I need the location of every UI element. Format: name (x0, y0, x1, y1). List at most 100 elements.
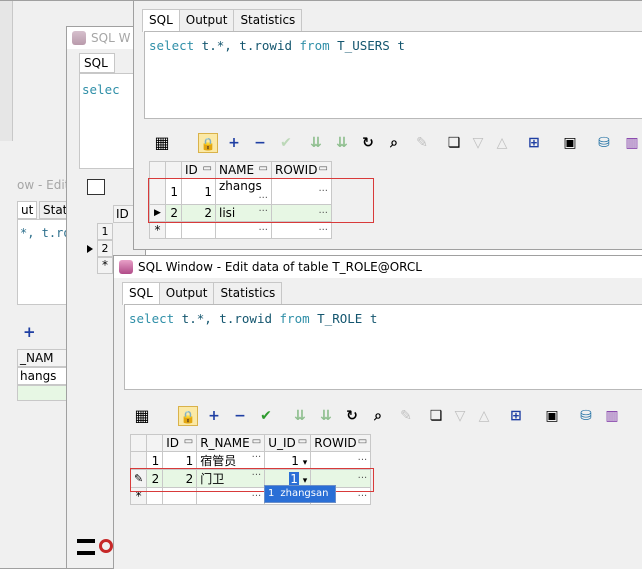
tree-icon[interactable]: ⊞ (524, 133, 544, 153)
delete-record-button[interactable]: − (230, 406, 250, 426)
table-row[interactable]: 1 1 宿管员 ··· 1 ▾ ··· (129, 451, 372, 470)
sql-keyword-select: select (129, 311, 175, 326)
sort-up-icon[interactable]: △ (492, 133, 512, 153)
cell-rowid[interactable]: ··· (271, 204, 332, 222)
back-left-tab-output[interactable]: ut (17, 201, 38, 219)
cell-id[interactable]: 2 (181, 204, 216, 222)
cell-r-name[interactable]: 门卫 ··· (196, 469, 266, 488)
grid-view-icon[interactable]: ▦ (152, 133, 172, 153)
cell-rowid[interactable]: ··· (271, 178, 332, 205)
role-col-u-id[interactable]: U_ID ▭ (264, 434, 312, 452)
post-changes-button[interactable]: ✔ (256, 406, 276, 426)
last-icon[interactable]: ⇊ (332, 133, 352, 153)
new-row[interactable]: * ··· ··· (149, 221, 332, 239)
row-indicator (129, 451, 148, 470)
back-mid-title: SQL W (91, 31, 131, 45)
sql-table: T_ROLE t (309, 311, 378, 326)
back-mid-new-row-marker: * (97, 257, 113, 274)
cell-rowid[interactable]: ··· (271, 221, 332, 239)
add-record-button[interactable]: + (224, 133, 244, 153)
last-icon[interactable]: ⇊ (316, 406, 336, 426)
add-record-button[interactable]: + (204, 406, 224, 426)
query-by-example-icon[interactable]: ❏ (426, 406, 446, 426)
export-icon[interactable]: ⛁ (594, 133, 614, 153)
cell-id[interactable] (162, 487, 198, 505)
cell-name[interactable]: lisi ··· (215, 204, 272, 222)
clear-icon[interactable]: ✎ (412, 133, 432, 153)
role-window: SQL Window - Edit data of table T_ROLE@O… (113, 255, 642, 569)
role-tab-output[interactable]: Output (158, 282, 215, 304)
post-changes-button[interactable]: ✔ (276, 133, 296, 153)
sql-window-icon (119, 260, 133, 274)
sort-up-icon[interactable]: △ (474, 406, 494, 426)
role-col-r-name[interactable]: R_NAME ▭ (196, 434, 266, 452)
back-mid-footer-icon[interactable] (77, 539, 95, 555)
u-id-dropdown-list[interactable]: 1 zhangsan (264, 485, 336, 503)
users-tab-sql[interactable]: SQL (142, 9, 180, 32)
row-number: 2 (146, 469, 164, 488)
sql-columns: t.*, t.rowid (174, 311, 280, 326)
back-mid-editor-text: selec (82, 82, 120, 97)
find-icon[interactable]: ⌕ (368, 406, 388, 426)
back-mid-grid-icon[interactable] (87, 179, 105, 195)
new-row-marker: * (129, 487, 148, 505)
sort-down-icon[interactable]: ▽ (468, 133, 488, 153)
edit-row-pencil-icon: ✎ (129, 469, 148, 488)
next-icon[interactable]: ⇊ (306, 133, 326, 153)
users-tab-output[interactable]: Output (178, 9, 235, 31)
dropdown-option-id: 1 (268, 488, 275, 499)
users-col-id[interactable]: ID ▭ (181, 161, 216, 179)
save-icon[interactable]: ▣ (560, 133, 580, 153)
role-tab-statistics[interactable]: Statistics (213, 282, 283, 304)
sort-down-icon[interactable]: ▽ (450, 406, 470, 426)
find-icon[interactable]: ⌕ (384, 133, 404, 153)
cell-id[interactable]: 2 (162, 469, 198, 488)
back-left-scrollbar[interactable] (0, 1, 13, 141)
users-col-name[interactable]: NAME ▭ (215, 161, 272, 179)
dropdown-option-zhangsan[interactable]: 1 zhangsan (265, 486, 335, 502)
cell-rowid[interactable]: ··· (310, 451, 372, 470)
refresh-icon[interactable]: ↻ (342, 406, 362, 426)
users-sql-editor[interactable]: select t.*, t.rowid from T_USERS t (144, 31, 642, 119)
back-mid-grid-row-2[interactable]: 2 (97, 240, 113, 257)
chart-icon[interactable]: ▥ (622, 133, 642, 153)
cell-id[interactable]: 1 (181, 178, 216, 205)
users-tab-statistics[interactable]: Statistics (233, 9, 303, 31)
role-sql-editor[interactable]: select t.*, t.rowid from T_ROLE t (124, 304, 642, 390)
table-row[interactable]: ▶ 2 2 lisi ··· ··· (149, 204, 332, 222)
cell-r-name[interactable]: ··· (196, 487, 266, 505)
lock-icon[interactable]: 🔒 (198, 133, 218, 153)
cell-u-id[interactable]: 1 ▾ (264, 451, 312, 470)
tree-icon[interactable]: ⊞ (506, 406, 526, 426)
next-icon[interactable]: ⇊ (290, 406, 310, 426)
role-col-rowid[interactable]: ROWID ▭ (310, 434, 372, 452)
lock-icon[interactable]: 🔒 (178, 406, 198, 426)
save-icon[interactable]: ▣ (542, 406, 562, 426)
back-mid-tab-sql[interactable]: SQL (79, 53, 115, 73)
sql-table: T_USERS t (329, 38, 405, 53)
cell-id[interactable]: 1 (162, 451, 198, 470)
back-mid-grid-row-1[interactable]: 1 (97, 223, 113, 240)
role-tab-sql[interactable]: SQL (122, 282, 160, 305)
cell-r-name[interactable]: 宿管员 ··· (196, 451, 266, 470)
grid-row-selector-header (146, 434, 164, 452)
users-toolbar: ▦ 🔒 + − ✔ ⇊ ⇊ ↻ ⌕ ✎ ❏ ▽ △ ⊞ ▣ ⛁ ▥ (144, 129, 642, 159)
delete-record-button[interactable]: − (250, 133, 270, 153)
back-mid-footer-refresh-icon[interactable] (99, 539, 113, 553)
cell-id[interactable] (181, 221, 216, 239)
table-row[interactable]: 1 1 zhangs ··· ··· (149, 178, 332, 205)
clear-icon[interactable]: ✎ (396, 406, 416, 426)
role-toolbar: ▦ 🔒 + − ✔ ⇊ ⇊ ↻ ⌕ ✎ ❏ ▽ △ ⊞ ▣ ⛁ ▥ (124, 402, 642, 432)
role-col-id[interactable]: ID ▭ (162, 434, 198, 452)
grid-view-icon[interactable]: ▦ (132, 406, 152, 426)
cell-name[interactable]: zhangs ··· (215, 178, 272, 205)
users-col-rowid[interactable]: ROWID ▭ (271, 161, 332, 179)
export-icon[interactable]: ⛁ (576, 406, 596, 426)
role-titlebar[interactable]: SQL Window - Edit data of table T_ROLE@O… (114, 256, 642, 278)
back-left-add-button[interactable]: + (23, 323, 36, 341)
role-window-title: SQL Window - Edit data of table T_ROLE@O… (138, 260, 422, 274)
chart-icon[interactable]: ▥ (602, 406, 622, 426)
refresh-icon[interactable]: ↻ (358, 133, 378, 153)
query-by-example-icon[interactable]: ❏ (444, 133, 464, 153)
cell-name[interactable]: ··· (215, 221, 272, 239)
